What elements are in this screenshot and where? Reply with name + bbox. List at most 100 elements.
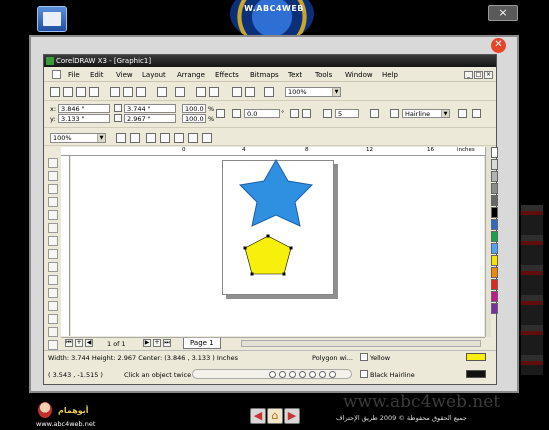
paste-icon[interactable] — [136, 87, 146, 97]
menu-tools[interactable]: Tools — [315, 70, 332, 80]
palette-swatch[interactable] — [491, 267, 498, 278]
palette-swatch[interactable] — [491, 171, 498, 182]
star-shape[interactable] — [238, 158, 314, 227]
pick-tool-icon[interactable] — [48, 158, 58, 168]
horizontal-scrollbar[interactable] — [241, 340, 481, 347]
copy-icon[interactable] — [123, 87, 133, 97]
export-icon[interactable] — [209, 87, 219, 97]
ellipse-tool-icon[interactable] — [48, 249, 58, 259]
next-button[interactable] — [319, 371, 326, 378]
menu-layout[interactable]: Layout — [142, 70, 166, 80]
mirror-h-icon[interactable] — [290, 109, 299, 118]
palette-swatch[interactable] — [491, 231, 498, 242]
to-front-icon[interactable] — [458, 109, 467, 118]
scale-y-field[interactable]: 100.0 — [182, 114, 206, 123]
palette-swatch[interactable] — [491, 219, 498, 230]
menu-edit[interactable]: Edit — [90, 70, 104, 80]
zoom-in-icon[interactable] — [116, 133, 126, 143]
open-icon[interactable] — [63, 87, 73, 97]
selection-handle[interactable] — [266, 234, 270, 238]
interactive-tool-icon[interactable] — [48, 301, 58, 311]
corel-online-icon[interactable] — [245, 87, 255, 97]
text-tool-icon[interactable] — [48, 288, 58, 298]
zoom-page-icon[interactable] — [174, 133, 184, 143]
zoom-all-icon[interactable] — [160, 133, 170, 143]
x-position-field[interactable]: 3.846 " — [58, 104, 110, 113]
prev-button[interactable] — [279, 371, 286, 378]
app-launcher-icon[interactable] — [232, 87, 242, 97]
eyedropper-icon[interactable] — [48, 314, 58, 324]
rewind-button[interactable] — [269, 371, 276, 378]
import-icon[interactable] — [196, 87, 206, 97]
add-page-after-button[interactable]: + — [153, 339, 161, 347]
home-icon[interactable]: ⌂ — [267, 408, 283, 424]
menu-bitmaps[interactable]: Bitmaps — [250, 70, 279, 80]
zoom-selected-icon[interactable] — [146, 133, 156, 143]
app-icon[interactable] — [37, 6, 67, 32]
outline-tool-icon[interactable] — [48, 327, 58, 337]
next-page-button[interactable]: ▶ — [143, 339, 151, 347]
brand-url[interactable]: www.abc4web.net — [36, 420, 95, 428]
palette-swatch[interactable] — [491, 279, 498, 290]
cut-icon[interactable] — [110, 87, 120, 97]
basic-shapes-icon[interactable] — [48, 275, 58, 285]
forward-button[interactable] — [329, 371, 336, 378]
selection-handle[interactable] — [243, 246, 247, 250]
palette-swatch[interactable] — [491, 243, 498, 254]
add-page-before-button[interactable]: + — [75, 339, 83, 347]
shape-tool-icon[interactable] — [48, 171, 58, 181]
mirror-v-icon[interactable] — [302, 109, 311, 118]
height-field[interactable]: 2.967 " — [124, 114, 176, 123]
save-icon[interactable] — [76, 87, 86, 97]
prev-page-button[interactable]: ◀ — [85, 339, 93, 347]
freehand-tool-icon[interactable] — [48, 210, 58, 220]
nav-prev-icon[interactable]: ◀ — [250, 408, 266, 424]
zoom-levels-dropdown[interactable]: 100% ▼ — [285, 87, 341, 97]
player-close-button[interactable]: × — [488, 5, 518, 21]
palette-swatch[interactable] — [491, 291, 498, 302]
restore-button[interactable]: □ — [474, 71, 483, 79]
palette-swatch[interactable] — [491, 195, 498, 206]
minimize-button[interactable]: _ — [464, 71, 473, 79]
stop-button[interactable] — [309, 371, 316, 378]
fill-tool-icon[interactable] — [48, 340, 58, 350]
selection-handle[interactable] — [282, 272, 286, 276]
play-button[interactable] — [289, 371, 296, 378]
menu-view[interactable]: View — [116, 70, 133, 80]
crop-tool-icon[interactable] — [48, 184, 58, 194]
page-tab[interactable]: Page 1 — [183, 338, 221, 349]
menu-file[interactable]: File — [68, 70, 80, 80]
sides-field[interactable]: 5 — [335, 109, 359, 118]
palette-swatch[interactable] — [491, 159, 498, 170]
undo-icon[interactable] — [157, 87, 167, 97]
last-page-button[interactable]: ⏭ — [163, 339, 171, 347]
zoom-out-icon[interactable] — [130, 133, 140, 143]
scale-x-field[interactable]: 100.0 — [182, 104, 206, 113]
menu-effects[interactable]: Effects — [215, 70, 239, 80]
zoom-width-icon[interactable] — [188, 133, 198, 143]
y-position-field[interactable]: 3.133 " — [58, 114, 110, 123]
width-field[interactable]: 3.744 " — [124, 104, 176, 113]
selection-handle[interactable] — [250, 272, 254, 276]
welcome-icon[interactable] — [264, 87, 274, 97]
palette-swatch[interactable] — [491, 147, 498, 158]
close-button[interactable]: × — [484, 71, 493, 79]
zoom-tool-icon[interactable] — [48, 197, 58, 207]
first-page-button[interactable]: ⏮ — [65, 339, 73, 347]
frame-close-icon[interactable]: ✕ — [491, 38, 506, 53]
print-icon[interactable] — [89, 87, 99, 97]
palette-swatch[interactable] — [491, 303, 498, 314]
palette-swatch[interactable] — [491, 183, 498, 194]
menu-help[interactable]: Help — [382, 70, 398, 80]
menu-arrange[interactable]: Arrange — [177, 70, 205, 80]
drawing-canvas[interactable] — [71, 156, 484, 336]
selection-handle[interactable] — [289, 246, 293, 250]
lock-ratio-icon[interactable] — [216, 109, 225, 118]
zoom-dropdown[interactable]: 100% ▼ — [50, 133, 106, 143]
to-back-icon[interactable] — [472, 109, 481, 118]
nav-next-icon[interactable]: ▶ — [284, 408, 300, 424]
pause-button[interactable] — [299, 371, 306, 378]
wrap-text-icon[interactable] — [370, 109, 379, 118]
new-icon[interactable] — [50, 87, 60, 97]
outline-width-dropdown[interactable]: Hairline ▼ — [402, 109, 450, 118]
